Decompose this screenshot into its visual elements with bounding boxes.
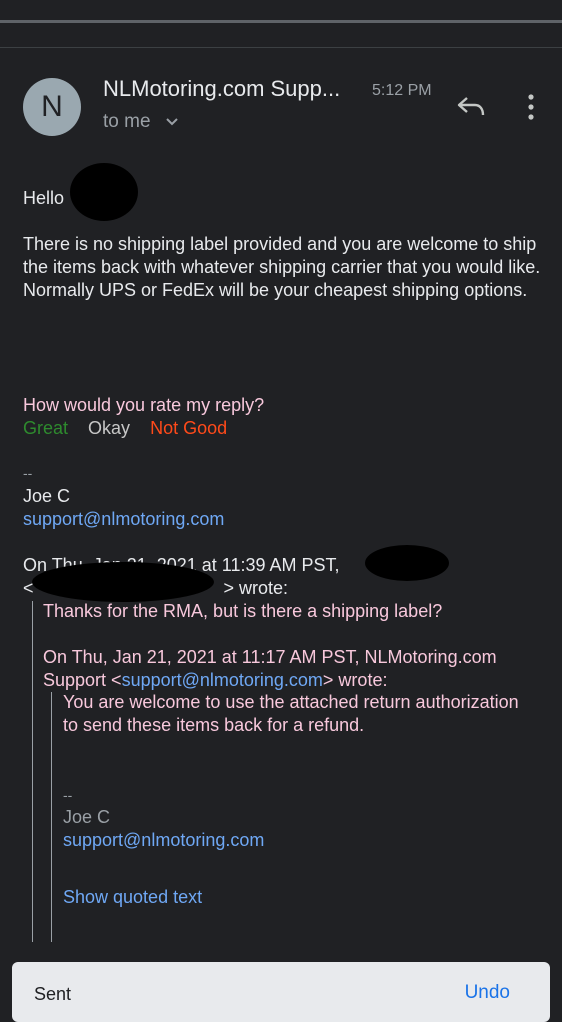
signature-dashes: -- [23,465,33,481]
rating-question: How would you rate my reply? [23,395,265,415]
signature-name: Joe C [23,486,71,506]
quote2-signature-dashes: -- [63,787,73,803]
message-paragraph: There is no shipping label provided and … [23,234,541,300]
rating-great-link[interactable]: Great [23,418,68,438]
snackbar-label: Sent [34,984,72,1004]
quote2-header-email-link[interactable]: support@nlmotoring.com [122,670,323,690]
message-time: 5:12 PM [372,82,432,99]
rating-not-good-link[interactable]: Not Good [150,418,227,438]
rating-options: Great Okay Not Good [23,417,543,440]
show-quoted-text-link[interactable]: Show quoted text [63,886,202,909]
quote2-signature-name: Joe C [63,807,111,827]
more-vert-icon[interactable] [526,93,536,121]
recipient-details-toggle[interactable]: to me [103,111,151,133]
quote2-header-line1: On Thu, Jan 21, 2021 at 11:17 AM PST, NL… [43,647,497,667]
quote1-wrote: > wrote: [223,578,289,598]
sender-avatar[interactable]: N [23,78,81,136]
sent-snackbar: Sent Undo [12,962,550,1022]
quote2-header-prefix: Support < [43,670,122,690]
redacted-email [32,562,214,602]
quote2-header-suffix: > wrote: [322,670,388,690]
quote2-text: You are welcome to use the attached retu… [63,692,519,735]
chevron-down-icon[interactable] [164,114,180,130]
redacted-sender-name [365,545,449,581]
signature-email-link[interactable]: support@nlmotoring.com [23,508,543,531]
redacted-name [70,163,138,221]
quote2-header-line2: Support <support@nlmotoring.com> wrote: [43,669,543,692]
quote2-bar [51,692,52,942]
rating-okay-link[interactable]: Okay [88,418,130,438]
undo-button[interactable]: Undo [465,982,510,1004]
quote2-signature-email-link[interactable]: support@nlmotoring.com [63,829,264,852]
top-divider [0,20,562,23]
quote1-text: Thanks for the RMA, but is there a shipp… [43,601,443,621]
header-divider [0,47,562,48]
sender-name[interactable]: NLMotoring.com Supp... [103,76,340,102]
quote1-bar [32,601,33,942]
reply-icon[interactable] [455,93,487,121]
